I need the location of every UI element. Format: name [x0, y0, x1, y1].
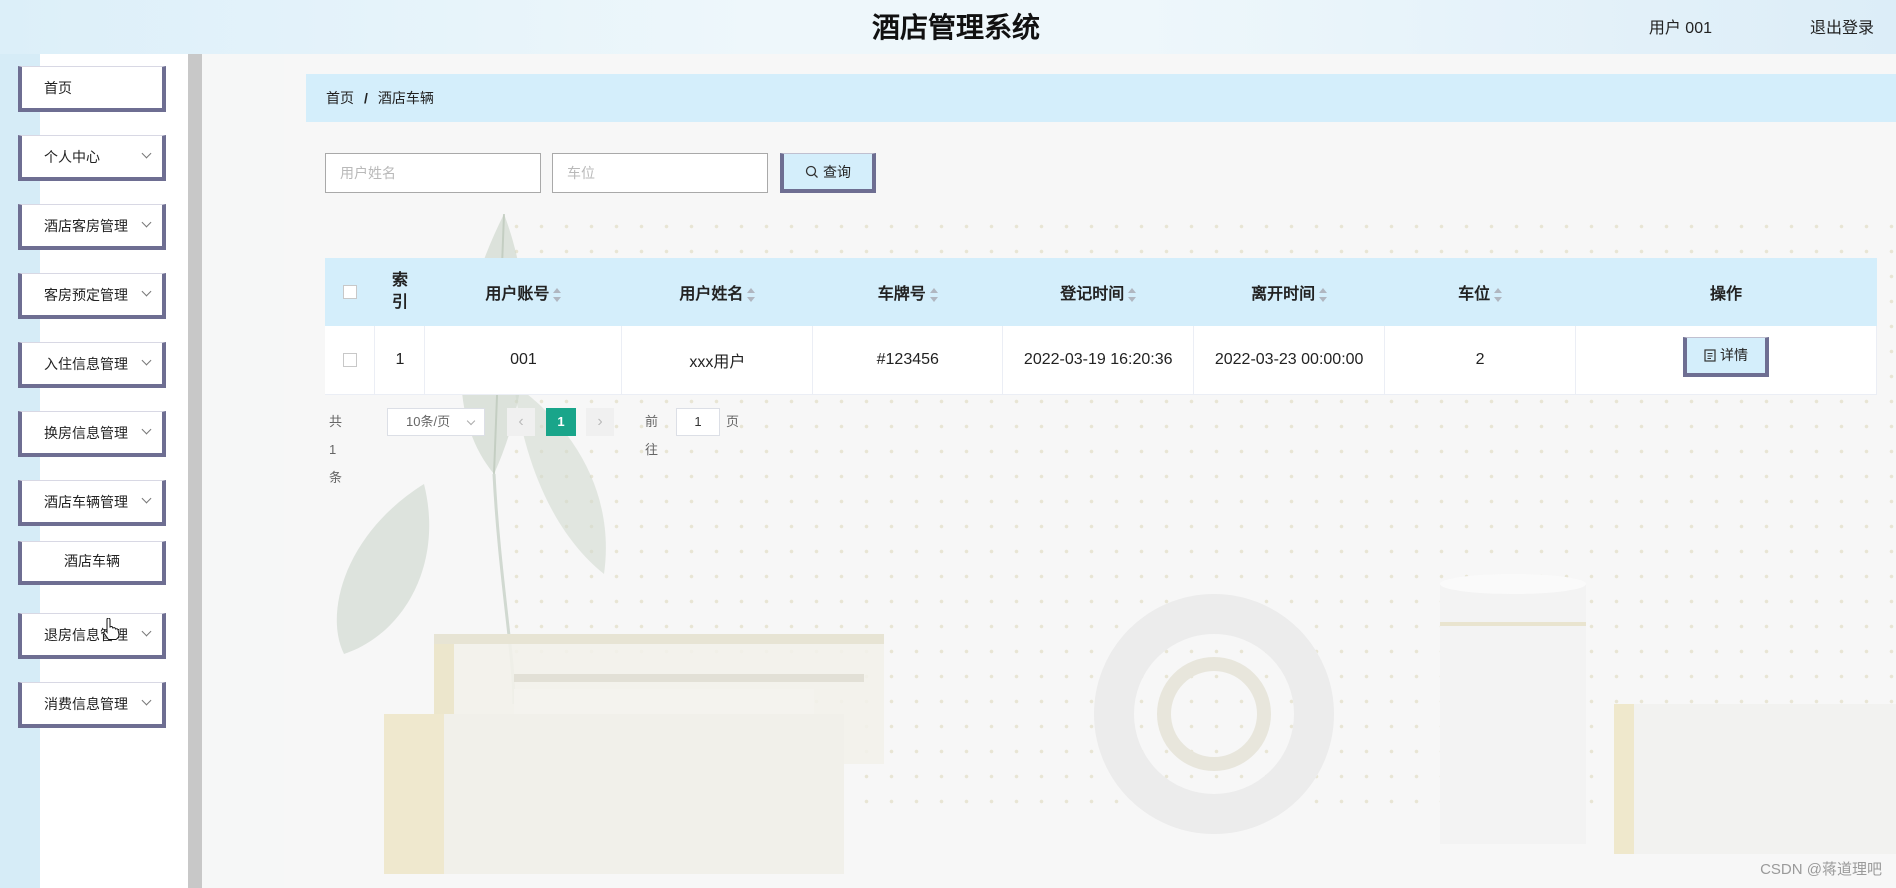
cell-leave: 2022-03-23 00:00:00	[1193, 326, 1386, 395]
current-user: 用户 001	[1648, 20, 1712, 37]
detail-button-label: 详情	[1720, 347, 1749, 364]
select-all-checkbox[interactable]	[342, 284, 357, 299]
username-search-input[interactable]: 用户姓名	[325, 153, 541, 193]
top-header: 酒店管理系统 用户 001 退出登录	[0, 0, 1896, 54]
table-header-row: 索 引 用户账号 用户姓名 车牌号 登记时间 离开时间 车位 操作	[325, 258, 1877, 326]
select-all-cell	[325, 258, 376, 326]
sidebar-subitem-hotel-vehicles[interactable]: 酒店车辆	[18, 541, 166, 585]
cell-index: 1	[374, 326, 426, 395]
column-header-label: 车位	[1458, 286, 1491, 303]
column-header-account[interactable]: 用户账号	[424, 258, 623, 326]
column-header-label: 离开时间	[1251, 286, 1316, 303]
sort-icon[interactable]	[1319, 287, 1328, 302]
app-title: 酒店管理系统	[871, 11, 1040, 44]
parking-spot-search-input[interactable]: 车位	[552, 153, 768, 193]
chevron-down-icon	[141, 355, 152, 366]
column-header-plate[interactable]: 车牌号	[812, 258, 1004, 326]
search-button-label: 查询	[823, 163, 851, 180]
page-size-value: 10条/页	[406, 414, 451, 429]
pagination-total: 共 1 条	[329, 414, 343, 485]
chevron-down-icon	[466, 416, 476, 426]
sidebar-item-label: 换房信息管理	[44, 424, 128, 441]
breadcrumb: 首页 / 酒店车辆	[306, 74, 1896, 122]
watermark: CSDN @蒋道理吧	[1760, 861, 1882, 878]
column-header-checkin[interactable]: 登记时间	[1002, 258, 1195, 326]
sidebar-item-label: 个人中心	[44, 148, 100, 165]
next-page-button[interactable]: ›	[586, 408, 614, 436]
sidebar-item-label: 客房预定管理	[44, 286, 128, 303]
sidebar-item-consumption[interactable]: 消费信息管理	[18, 682, 166, 728]
chevron-right-icon: ›	[597, 413, 603, 430]
goto-prefix: 前往	[645, 414, 659, 457]
sidebar-item-rooms[interactable]: 酒店客房管理	[18, 204, 166, 250]
column-header-actions: 操作	[1575, 258, 1877, 326]
sort-icon[interactable]	[747, 287, 756, 302]
sidebar-item-profile[interactable]: 个人中心	[18, 135, 166, 181]
sidebar-item-label: 酒店客房管理	[44, 217, 128, 234]
column-header-spot[interactable]: 车位	[1384, 258, 1577, 326]
prev-page-button[interactable]: ‹	[507, 408, 535, 436]
search-button[interactable]: 查询	[780, 153, 876, 193]
sidebar-item-label: 首页	[44, 79, 72, 96]
row-checkbox[interactable]	[342, 352, 357, 367]
cell-actions: 详情	[1575, 326, 1877, 395]
row-select-cell	[325, 326, 376, 395]
column-header-label: 用户账号	[485, 286, 550, 303]
breadcrumb-home[interactable]: 首页	[326, 88, 354, 108]
table-row: 1 001 xxx用户 #123456 2022-03-19 16:20:36 …	[325, 326, 1877, 395]
column-header-leave[interactable]: 离开时间	[1193, 258, 1386, 326]
goto-page-input[interactable]: 1	[676, 408, 720, 436]
breadcrumb-current: 酒店车辆	[377, 90, 434, 106]
detail-button[interactable]: 详情	[1683, 336, 1770, 377]
sidebar-item-label: 入住信息管理	[44, 355, 128, 372]
chevron-down-icon	[141, 626, 152, 637]
index-header-line-1: 索	[391, 272, 408, 289]
goto-suffix: 页	[726, 414, 740, 429]
search-icon	[805, 165, 818, 178]
chevron-down-icon	[141, 286, 152, 297]
column-header-label: 登记时间	[1060, 286, 1125, 303]
cell-checkin: 2022-03-19 16:20:36	[1002, 326, 1195, 395]
column-header-name[interactable]: 用户姓名	[621, 258, 814, 326]
cell-name: xxx用户	[621, 326, 814, 395]
sidebar-item-home[interactable]: 首页	[18, 66, 166, 112]
column-header-label: 用户姓名	[679, 286, 744, 303]
hand-cursor-icon	[103, 618, 120, 640]
sort-icon[interactable]	[929, 287, 938, 302]
cell-spot: 2	[1384, 326, 1577, 395]
page-size-select[interactable]: 10条/页	[387, 408, 485, 436]
vehicles-table: 索 引 用户账号 用户姓名 车牌号 登记时间 离开时间 车位 操作 1 001 …	[325, 258, 1877, 395]
sort-icon[interactable]	[553, 287, 562, 302]
chevron-down-icon	[141, 217, 152, 228]
chevron-down-icon	[141, 148, 152, 159]
page-number-current[interactable]: 1	[546, 408, 576, 436]
sidebar-item-label: 消费信息管理	[44, 695, 128, 712]
sort-icon[interactable]	[1494, 287, 1503, 302]
chevron-down-icon	[141, 695, 152, 706]
sidebar-item-reservations[interactable]: 客房预定管理	[18, 273, 166, 319]
sidebar-scrollbar[interactable]	[188, 54, 202, 888]
column-header-label: 车牌号	[877, 286, 926, 303]
sort-icon[interactable]	[1128, 287, 1137, 302]
sidebar-item-checkin[interactable]: 入住信息管理	[18, 342, 166, 388]
cell-plate: #123456	[812, 326, 1004, 395]
index-header-line-2: 引	[391, 294, 408, 311]
chevron-down-icon	[141, 493, 152, 504]
sidebar-item-checkout[interactable]: 退房信息管理	[18, 613, 166, 659]
document-icon	[1704, 349, 1716, 362]
sidebar-item-room-change[interactable]: 换房信息管理	[18, 411, 166, 457]
sidebar-item-vehicles[interactable]: 酒店车辆管理	[18, 480, 166, 526]
cell-account: 001	[424, 326, 623, 395]
breadcrumb-separator: /	[364, 90, 368, 106]
logout-link[interactable]: 退出登录	[1810, 14, 1874, 38]
column-header-index: 索 引	[374, 258, 426, 326]
chevron-down-icon	[141, 424, 152, 435]
chevron-left-icon: ‹	[518, 413, 524, 430]
sidebar-item-label: 酒店车辆管理	[44, 493, 128, 510]
